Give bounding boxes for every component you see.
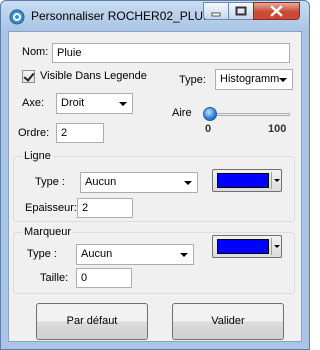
area-slider-track[interactable] — [206, 113, 290, 116]
color-picker-separator — [271, 238, 272, 255]
chevron-down-icon — [279, 78, 287, 82]
area-slider-thumb[interactable] — [203, 107, 217, 121]
line-color-picker[interactable] — [212, 169, 282, 192]
marker-type-dropdown[interactable]: Aucun — [76, 244, 194, 265]
size-label: Taille: — [40, 272, 69, 284]
line-type-dropdown[interactable]: Aucun — [80, 172, 198, 193]
line-type-value: Aucun — [85, 176, 117, 188]
minimize-icon — [211, 12, 221, 17]
dialog-client-area: Nom: Pluie Visible Dans Legende Type: Hi… — [8, 31, 302, 342]
axis-dropdown-value: Droit — [61, 97, 85, 109]
marker-color-swatch — [217, 239, 269, 254]
visible-in-legend-label: Visible Dans Legende — [40, 70, 147, 82]
marker-color-picker[interactable] — [212, 235, 282, 258]
type-label: Type: — [179, 74, 206, 86]
area-slider-min-label: 0 — [205, 123, 212, 135]
chevron-down-icon — [119, 102, 127, 106]
marker-type-label: Type : — [27, 248, 57, 260]
name-label: Nom: — [22, 46, 49, 58]
area-slider-max-label: 100 — [268, 123, 287, 135]
size-field[interactable]: 0 — [76, 268, 132, 288]
axis-dropdown[interactable]: Droit — [56, 93, 133, 114]
type-dropdown[interactable]: Histogramm — [215, 69, 293, 90]
chevron-down-icon — [274, 179, 280, 182]
dialog-window: Personnaliser ROCHER02_PLU... Nom: Pluie… — [0, 0, 310, 350]
app-icon — [9, 9, 25, 25]
validate-button[interactable]: Valider — [172, 303, 284, 340]
line-type-label: Type : — [35, 176, 65, 188]
maximize-icon — [235, 6, 247, 16]
line-color-swatch — [217, 173, 269, 188]
checkmark-icon — [23, 70, 35, 82]
order-field[interactable]: 2 — [56, 123, 104, 143]
line-group-title: Ligne — [22, 150, 53, 162]
close-button[interactable] — [253, 2, 300, 20]
title-bar: Personnaliser ROCHER02_PLU... — [1, 1, 309, 31]
chevron-down-icon — [274, 245, 280, 248]
window-title: Personnaliser ROCHER02_PLU... — [31, 9, 214, 23]
chevron-down-icon — [184, 181, 192, 185]
chevron-down-icon — [180, 253, 188, 257]
marker-type-value: Aucun — [81, 248, 113, 260]
axis-label: Axe: — [22, 97, 45, 109]
area-label: Aire — [172, 107, 192, 119]
thickness-field[interactable]: 2 — [77, 198, 133, 218]
reset-default-button[interactable]: Par défaut — [36, 303, 148, 340]
type-dropdown-value: Histogramm — [220, 73, 280, 85]
marker-group-title: Marqueur — [22, 226, 74, 238]
order-label: Ordre: — [18, 127, 50, 139]
close-icon — [270, 5, 283, 17]
minimize-button[interactable] — [203, 2, 229, 20]
maximize-button[interactable] — [228, 2, 254, 20]
color-picker-separator — [271, 172, 272, 189]
thickness-label: Epaisseur: — [25, 202, 77, 214]
name-field[interactable]: Pluie — [52, 43, 290, 63]
visible-in-legend-checkbox[interactable] — [22, 70, 35, 83]
